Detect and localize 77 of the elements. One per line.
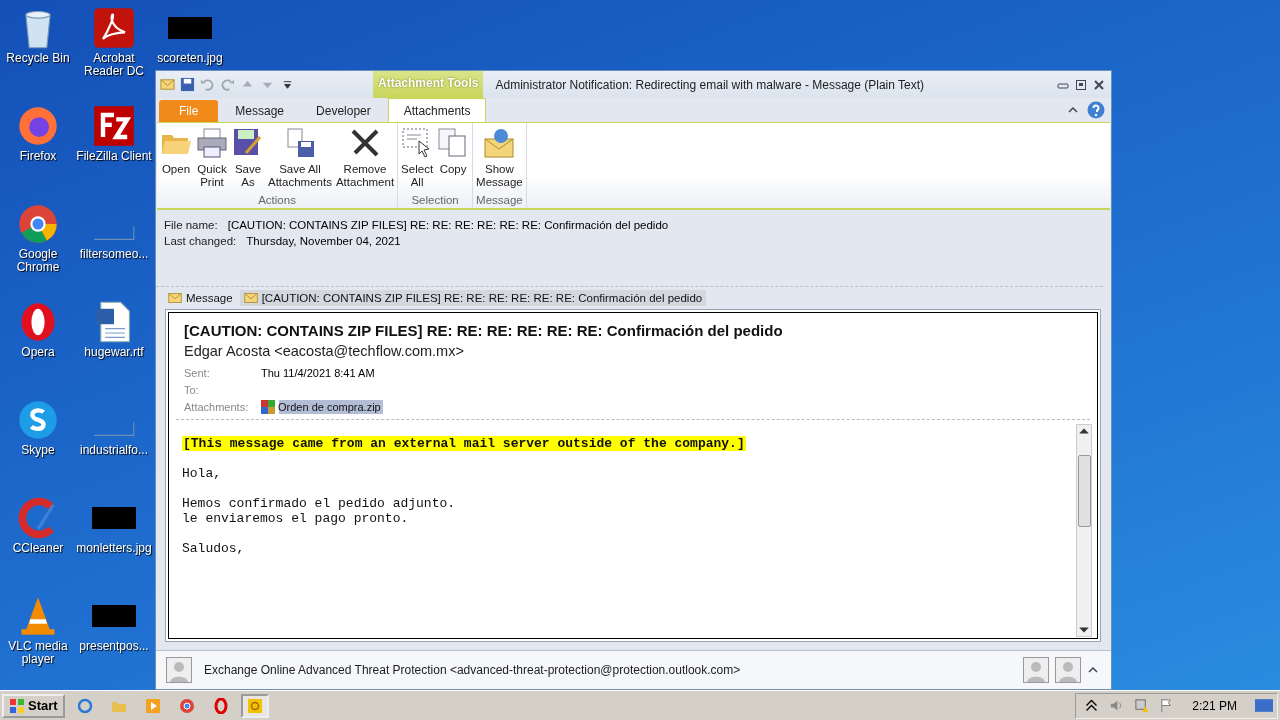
help-icon[interactable] <box>1087 101 1105 119</box>
envelope-icon <box>483 127 516 159</box>
field-value: Thu 11/4/2021 8:41 AM <box>261 366 375 379</box>
ribbon-button[interactable]: Show Message <box>474 125 525 194</box>
maximize-icon[interactable] <box>1075 78 1087 91</box>
start-button[interactable]: Start <box>2 693 65 718</box>
network-icon[interactable] <box>1134 698 1150 713</box>
icon-label: hugewar.rtf <box>83 346 145 359</box>
envelope-icon <box>243 293 258 303</box>
icon-label: Recycle Bin <box>5 52 71 65</box>
field-label: Attachments: <box>184 400 250 413</box>
icon-label: VLC media player <box>7 640 69 666</box>
avatar-icon[interactable] <box>1023 657 1049 683</box>
clock[interactable]: 2:21 PM <box>1192 698 1237 713</box>
group-label: Message <box>476 194 523 208</box>
icon-label: Firefox <box>18 150 58 163</box>
save-icon[interactable] <box>180 77 195 92</box>
body-text: Hemos confirmado el pedido adjunto. <box>182 496 456 511</box>
attachment-link[interactable]: Orden de compra.zip <box>261 399 383 414</box>
field-value: Thursday, November 04, 2021 <box>246 235 401 247</box>
scroll-thumb[interactable] <box>1077 455 1091 527</box>
ribbon-tab[interactable]: Message <box>220 100 300 122</box>
field-label: Sent: <box>184 366 211 379</box>
body-text: Hola, <box>182 466 221 481</box>
app-icon[interactable] <box>16 202 60 246</box>
icon-label: Opera <box>20 346 56 359</box>
message-tab[interactable]: Message <box>164 290 237 306</box>
icon-label: presentpos... <box>78 640 150 653</box>
field-label: To: <box>184 383 200 396</box>
icon-label: Google Chrome <box>15 248 61 274</box>
windows-logo-icon <box>9 697 25 714</box>
message-tab[interactable]: [CAUTION: CONTAINS ZIP FILES] RE: RE: RE: RE: RE: RE: Confirmación del pedido <box>239 290 707 306</box>
ribbon-tab[interactable]: Developer <box>301 100 386 122</box>
field-label: File name: <box>164 219 218 231</box>
field-label: Last changed: <box>164 235 237 247</box>
icon-label: CCleaner <box>11 542 65 555</box>
envelope-icon <box>168 293 182 303</box>
avatar-icon <box>166 657 192 683</box>
body-text: le enviaremos el pago pronto. <box>182 511 409 526</box>
group-label: Actions <box>258 194 296 208</box>
icon-label: industrialfo... <box>78 444 149 457</box>
ribbon-button[interactable]: Copy <box>435 125 472 194</box>
scrollbar[interactable] <box>1076 424 1092 637</box>
ribbon-button[interactable]: Remove Attachment <box>333 125 397 194</box>
ribbon-button[interactable]: Quick Print <box>194 125 230 194</box>
archive-icon <box>261 399 275 414</box>
cross-icon <box>349 127 381 159</box>
app-icon[interactable] <box>16 398 60 442</box>
warning-banner: [This message came from an external mail server outside of the company.] <box>182 436 746 451</box>
icon-label: monletters.jpg <box>76 542 152 555</box>
ribbon-tab[interactable]: Attachments <box>387 98 487 122</box>
field-value: [CAUTION: CONTAINS ZIP FILES] RE: RE: RE: RE: RE: RE: Confirmación del pedido <box>227 219 669 231</box>
sender-name: Edgar Acosta <eacosta@techflow.com.mx> <box>184 343 465 359</box>
icon-label: scoreten.jpg <box>156 52 224 65</box>
undo-icon[interactable] <box>200 77 215 92</box>
body-text: Saludos, <box>182 541 245 556</box>
ribbon-button[interactable]: Save All Attachments <box>266 125 334 194</box>
envelope-icon <box>160 77 175 92</box>
avatar-icon[interactable] <box>1055 657 1081 683</box>
icon-label: filtersomeo... <box>78 248 150 261</box>
mail-app-icon[interactable] <box>240 693 269 718</box>
message-subject: [CAUTION: CONTAINS ZIP FILES] RE: RE: RE: RE: RE: RE: Confirmación del pedido <box>184 322 784 339</box>
app-icon[interactable] <box>92 104 136 148</box>
close-icon[interactable] <box>1093 78 1105 91</box>
icon-label: FileZilla Client <box>76 150 152 163</box>
ribbon-button[interactable]: Save As <box>230 125 266 194</box>
printer-icon <box>196 127 228 159</box>
ribbon-button[interactable]: Open <box>158 125 194 194</box>
icon-label: Skype <box>20 444 56 457</box>
window-title: Administrator Notification: Redirecting email with malware - Message (Plain Text) <box>494 77 925 92</box>
redo-icon[interactable] <box>220 77 235 92</box>
sender-address: Exchange Online Advanced Threat Protection <advanced-threat-protection@protection.outlook.com> <box>204 663 741 677</box>
ribbon-button[interactable]: Select All <box>399 125 436 194</box>
group-label: Selection <box>411 194 459 208</box>
icon-label: Acrobat Reader DC <box>83 52 145 78</box>
context-tab-label: Attachment Tools <box>373 71 484 98</box>
app-icon[interactable] <box>92 6 136 50</box>
